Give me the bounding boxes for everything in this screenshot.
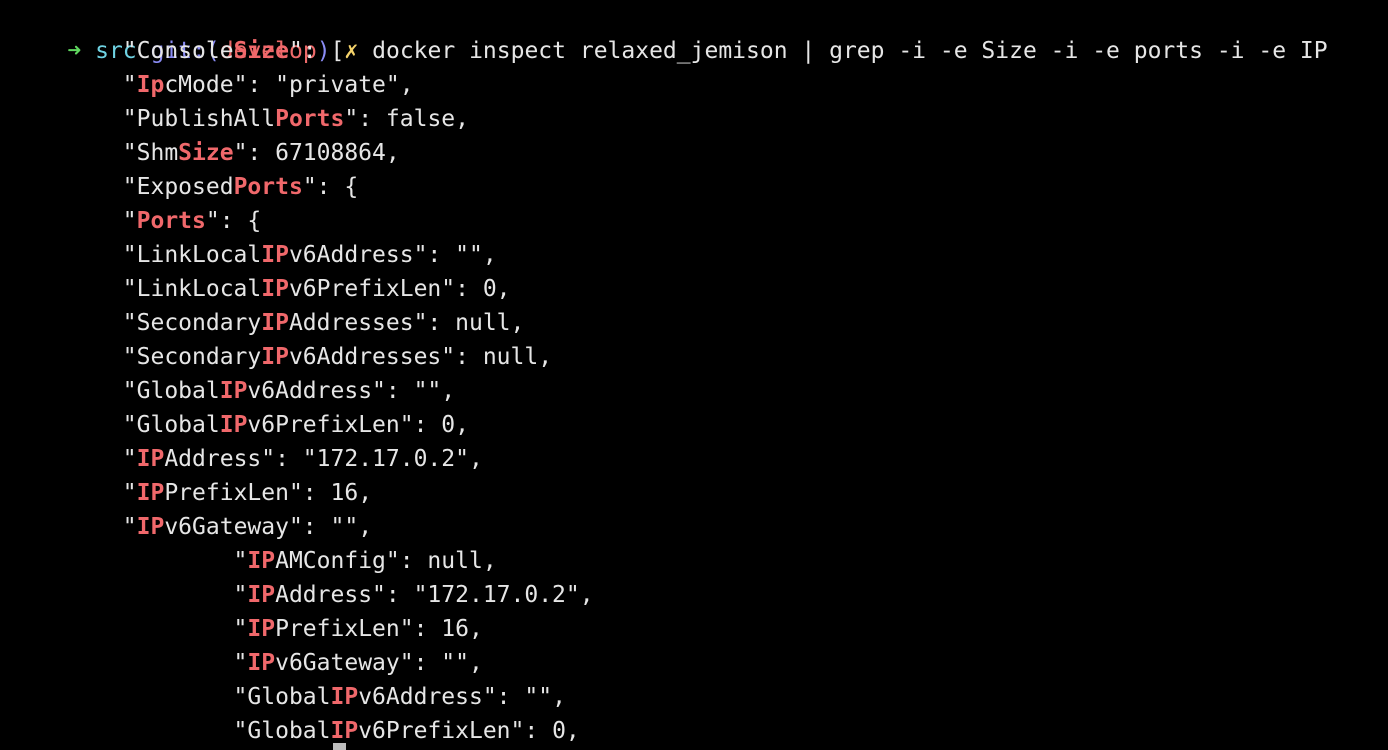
match-highlight: IP [136, 514, 165, 540]
output-text: " [12, 650, 248, 676]
output-text: "PublishAll [12, 106, 276, 132]
output-line: "ExposedPorts": { [12, 170, 358, 204]
output-text: ": 67108864, [233, 140, 400, 166]
output-text: " [12, 480, 137, 506]
match-highlight: Size [178, 140, 234, 166]
output-text: "Global [12, 412, 220, 438]
match-highlight: IP [219, 412, 248, 438]
output-line: "GlobalIPv6Address": "", [12, 680, 566, 714]
output-text: v6Address": "", [247, 378, 456, 404]
match-highlight: IP [136, 480, 165, 506]
output-text: " [12, 208, 137, 234]
output-line: "IPv6Gateway": "", [12, 646, 483, 680]
output-line: "SecondaryIPAddresses": null, [12, 306, 525, 340]
output-line: "IPv6Gateway": "", [12, 510, 372, 544]
output-text: ": [ [288, 38, 345, 64]
output-text: Address": "172.17.0.2", [275, 582, 594, 608]
output-text: " [12, 582, 248, 608]
match-highlight: Ports [233, 174, 303, 200]
output-line: "IPPrefixLen": 16, [12, 476, 372, 510]
dirty-mark-icon: ✗ [344, 38, 359, 64]
output-text: "Console [12, 38, 234, 64]
output-text: cMode": "private", [164, 72, 414, 98]
output-text: PrefixLen": 16, [164, 480, 373, 506]
match-highlight: IP [219, 378, 248, 404]
text-cursor[interactable] [333, 743, 346, 750]
output-line: "IPAddress": "172.17.0.2", [12, 442, 483, 476]
match-highlight: Size [233, 38, 289, 64]
output-text: AMConfig": null, [275, 548, 497, 574]
output-text: "Global [12, 718, 331, 744]
output-text: "Global [12, 378, 220, 404]
output-text: "LinkLocal [12, 276, 262, 302]
output-text: v6Gateway": "", [275, 650, 483, 676]
output-text: v6PrefixLen": 0, [288, 276, 511, 302]
match-highlight: IP [247, 650, 276, 676]
output-line: "ShmSize": 67108864, [12, 136, 400, 170]
output-line: "IpcMode": "private", [12, 68, 414, 102]
output-text: " [12, 72, 137, 98]
output-text: v6PrefixLen": 0, [358, 718, 580, 744]
output-line: "Ports": { [12, 204, 262, 238]
output-text: " [12, 548, 248, 574]
match-highlight: Ports [275, 106, 345, 132]
output-text: ": { [205, 208, 262, 234]
output-text: "Secondary [12, 310, 262, 336]
match-highlight: IP [136, 446, 165, 472]
output-text: ": { [302, 174, 359, 200]
output-text: "LinkLocal [12, 242, 262, 268]
output-text: "Exposed [12, 174, 234, 200]
output-line: "GlobalIPv6PrefixLen": 0, [12, 714, 580, 748]
prompt-command: docker inspect relaxed_jemison | grep -i… [372, 38, 1328, 64]
match-highlight: IP [247, 616, 276, 642]
terminal-window[interactable]: ➜ src git:(develop) ✗ docker inspect rel… [0, 0, 1388, 750]
prompt-line: ➜ src git:(develop) ✗ docker inspect rel… [12, 0, 1327, 64]
output-line: "ConsoleSize": [ [12, 34, 345, 68]
output-text: Addresses": null, [288, 310, 525, 336]
output-line: "IPAddress": "172.17.0.2", [12, 578, 594, 612]
output-text: " [12, 616, 248, 642]
output-text: "Secondary [12, 344, 262, 370]
output-line: "IPPrefixLen": 16, [12, 612, 483, 646]
output-line: "SecondaryIPv6Addresses": null, [12, 340, 552, 374]
match-highlight: IP [261, 276, 289, 302]
output-text: "Global [12, 684, 331, 710]
output-line: "LinkLocalIPv6Address": "", [12, 238, 497, 272]
output-line: "GlobalIPv6Address": "", [12, 374, 455, 408]
output-text: PrefixLen": 16, [275, 616, 483, 642]
output-line: "GlobalIPv6PrefixLen": 0, [12, 408, 469, 442]
output-text: v6Address": "", [358, 684, 566, 710]
output-text: "Shm [12, 140, 179, 166]
match-highlight: Ports [136, 208, 206, 234]
match-highlight: IP [247, 582, 276, 608]
output-text: v6Addresses": null, [288, 344, 553, 370]
match-highlight: IP [330, 684, 359, 710]
output-text: " [12, 446, 137, 472]
output-line: "LinkLocalIPv6PrefixLen": 0, [12, 272, 511, 306]
output-line: "PublishAllPorts": false, [12, 102, 469, 136]
match-highlight: Ip [136, 72, 165, 98]
match-highlight: IP [261, 242, 289, 268]
output-text: v6PrefixLen": 0, [247, 412, 469, 438]
match-highlight: IP [261, 310, 289, 336]
match-highlight: IP [261, 344, 289, 370]
output-line: "IPAMConfig": null, [12, 544, 497, 578]
output-text: Address": "172.17.0.2", [164, 446, 483, 472]
output-text: v6Address": "", [288, 242, 497, 268]
output-text: " [12, 514, 137, 540]
output-text: ": false, [344, 106, 469, 132]
output-text: v6Gateway": "", [164, 514, 373, 540]
match-highlight: IP [247, 548, 276, 574]
match-highlight: IP [330, 718, 359, 744]
